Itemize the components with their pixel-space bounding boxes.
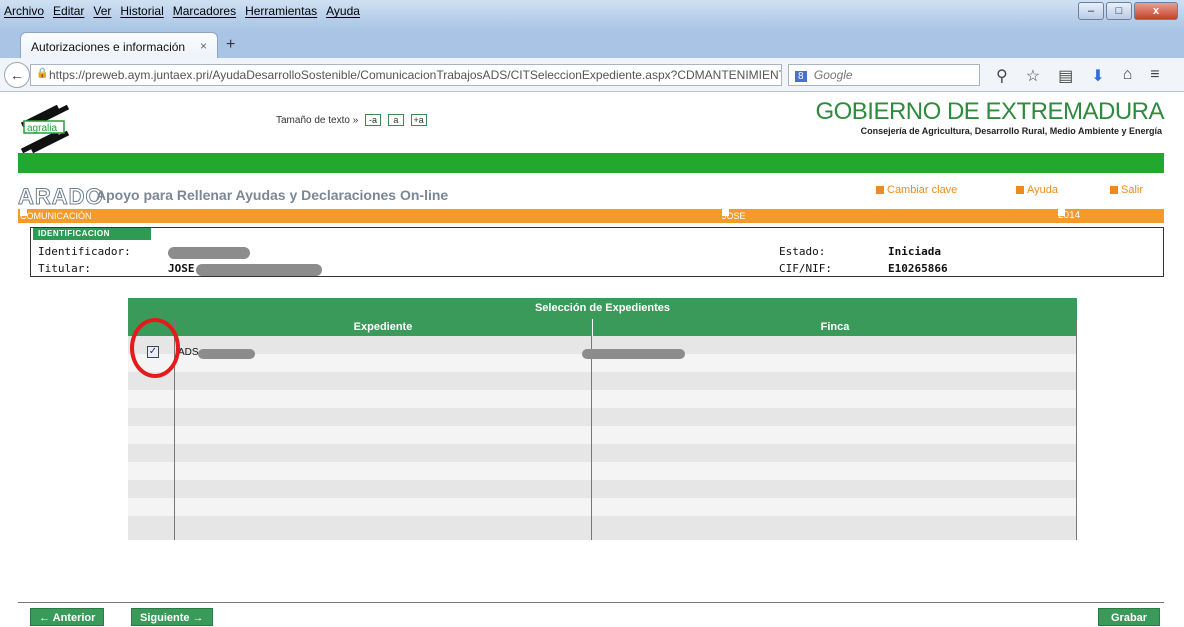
arado-logo: ARADO — [18, 184, 104, 210]
lock-icon: 🔒 — [36, 68, 49, 79]
exit-link[interactable]: Salir — [1110, 184, 1143, 196]
table-row — [128, 408, 1077, 426]
cif-value: E10265866 — [888, 262, 948, 275]
redacted-expediente — [198, 349, 255, 359]
identification-label: IDENTIFICACION — [33, 228, 151, 240]
breadcrumb-bar: COMUNICACIÓN DE INICIO TRABAJOS ADS > Se… — [18, 209, 1164, 277]
expediente-column-header: Expediente — [175, 319, 591, 336]
menu-marcadores[interactable]: Marcadores — [173, 4, 236, 18]
expediente-value: ADS — [178, 347, 199, 358]
table-row — [128, 372, 1077, 390]
text-normal-button[interactable]: a — [387, 114, 404, 126]
menu-bar: Archivo Editar Ver Historial Marcadores … — [4, 4, 360, 18]
expedientes-table: Selección de Expedientes Expediente Finc… — [128, 298, 1077, 540]
tab-strip: Autorizaciones e información × + — [0, 30, 1184, 58]
finca-column-header: Finca — [593, 319, 1077, 336]
identificador-label: Identificador: — [38, 245, 131, 258]
bookmark-star-icon[interactable]: ☆ — [1026, 66, 1040, 86]
bullet-icon — [1110, 186, 1118, 195]
text-size-controls: Tamaño de texto » -a a +a — [276, 114, 427, 126]
redacted-identificador — [168, 247, 250, 259]
agralia-logo: agralia — [20, 105, 70, 153]
column-divider — [1076, 319, 1077, 540]
text-larger-button[interactable]: +a — [410, 114, 427, 126]
text-size-label: Tamaño de texto » — [276, 115, 359, 126]
change-password-link[interactable]: Cambiar clave — [876, 184, 957, 196]
help-link[interactable]: Ayuda — [1016, 184, 1058, 196]
menu-editar[interactable]: Editar — [53, 4, 84, 18]
previous-button[interactable]: ← Anterior — [30, 608, 105, 626]
arado-subtitle: Apoyo para Rellenar Ayudas y Declaracion… — [96, 187, 449, 203]
new-tab-button[interactable]: + — [226, 36, 235, 54]
maximize-button[interactable]: □ — [1106, 2, 1132, 20]
menu-ver[interactable]: Ver — [93, 4, 111, 18]
table-row — [128, 498, 1077, 516]
highlight-circle — [130, 318, 180, 378]
navigation-bar: ← 🔒 https://preweb.aym.juntaex.pri/Ayuda… — [0, 58, 1184, 92]
next-button[interactable]: Siguiente → — [131, 608, 213, 626]
table-title: Selección de Expedientes — [128, 298, 1077, 319]
window-titlebar: Archivo Editar Ver Historial Marcadores … — [0, 0, 1184, 30]
menu-ayuda[interactable]: Ayuda — [326, 4, 360, 18]
table-row — [128, 390, 1077, 408]
back-button[interactable]: ← — [4, 62, 30, 88]
green-banner — [18, 153, 1164, 173]
consejeria-subtitle: Consejería de Agricultura, Desarrollo Ru… — [860, 126, 1162, 136]
reading-list-icon[interactable]: ▤ — [1058, 66, 1073, 86]
redacted-titular — [196, 264, 322, 276]
text-smaller-button[interactable]: -a — [365, 114, 382, 126]
search-input[interactable]: 8 Google — [788, 64, 980, 86]
save-button[interactable]: Grabar — [1098, 608, 1161, 626]
search-engine-icon[interactable]: 8 — [795, 71, 807, 82]
menu-archivo[interactable]: Archivo — [4, 4, 44, 18]
home-icon[interactable]: ⌂ — [1123, 66, 1133, 86]
estado-value: Iniciada — [888, 245, 941, 258]
download-icon[interactable]: ⬇ — [1091, 66, 1104, 86]
tab-autorizaciones[interactable]: Autorizaciones e información × — [20, 32, 218, 58]
window-controls: – □ x — [1078, 2, 1178, 20]
toolbar-icons: ⚲ ☆ ▤ ⬇ ⌂ ≡ — [996, 66, 1160, 86]
menu-herramientas[interactable]: Herramientas — [245, 4, 317, 18]
tab-close-icon[interactable]: × — [200, 39, 207, 53]
url-text: https://preweb.aym.juntaex.pri/AyudaDesa… — [49, 68, 782, 82]
cif-label: CIF/NIF: — [779, 262, 832, 275]
footer-divider — [18, 602, 1164, 603]
table-row — [128, 444, 1077, 462]
url-bar[interactable]: 🔒 https://preweb.aym.juntaex.pri/AyudaDe… — [30, 64, 782, 86]
menu-icon[interactable]: ≡ — [1150, 66, 1159, 86]
table-row — [128, 480, 1077, 498]
search-icon[interactable]: ⚲ — [996, 66, 1008, 86]
menu-historial[interactable]: Historial — [120, 4, 163, 18]
search-placeholder: Google — [813, 68, 853, 82]
table-row — [128, 426, 1077, 444]
bullet-icon — [1016, 186, 1024, 195]
estado-label: Estado: — [779, 245, 826, 258]
close-window-button[interactable]: x — [1134, 2, 1178, 20]
table-row — [128, 462, 1077, 480]
bullet-icon — [876, 186, 884, 195]
titular-label: Titular: — [38, 262, 91, 275]
redacted-finca — [582, 349, 685, 359]
table-row — [128, 516, 1077, 540]
gobierno-title: GOBIERNO DE EXTREMADURA — [815, 98, 1164, 125]
tab-title: Autorizaciones e información — [31, 40, 186, 54]
logo-text: agralia — [27, 123, 57, 134]
minimize-button[interactable]: – — [1078, 2, 1104, 20]
